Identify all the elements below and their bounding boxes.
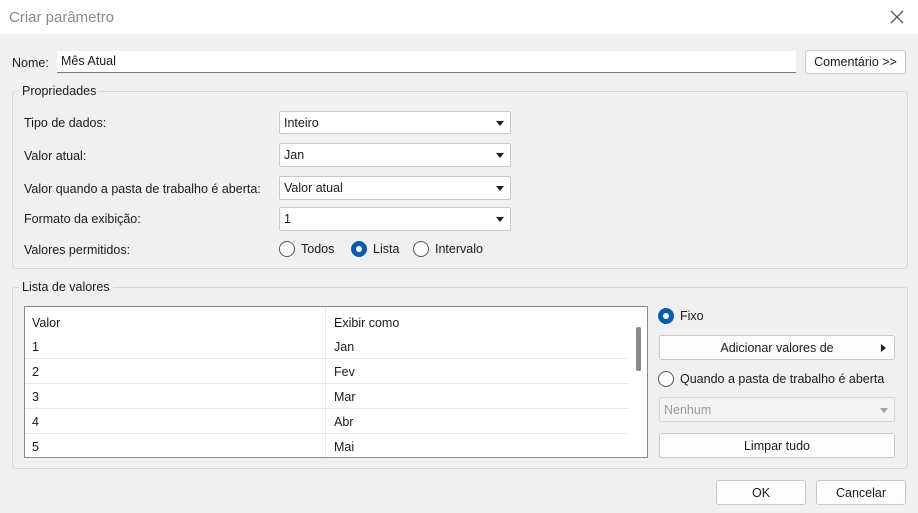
clear-all-button[interactable]: Limpar tudo xyxy=(659,433,895,458)
name-label: Nome: xyxy=(12,56,49,70)
close-icon xyxy=(890,10,904,24)
radio-intervalo-label: Intervalo xyxy=(435,242,483,256)
radio-lista[interactable]: Lista xyxy=(351,241,399,257)
table-row[interactable]: 1 Jan xyxy=(25,334,629,359)
chevron-down-icon xyxy=(496,153,504,158)
data-type-label: Tipo de dados: xyxy=(24,116,107,130)
table-header: Valor Exibir como xyxy=(25,309,629,334)
scrollbar-thumb[interactable] xyxy=(636,327,641,371)
radio-on-open-label: Quando a pasta de trabalho é aberta xyxy=(680,372,885,386)
chevron-right-icon xyxy=(881,343,886,352)
comment-button[interactable]: Comentário >> xyxy=(805,50,906,74)
table-row[interactable]: 4 Abr xyxy=(25,409,629,434)
data-type-value: Inteiro xyxy=(284,115,319,130)
column-header-display: Exibir como xyxy=(334,316,400,330)
radio-intervalo[interactable]: Intervalo xyxy=(413,241,483,257)
chevron-down-icon xyxy=(496,186,504,191)
values-table[interactable]: Valor Exibir como 1 Jan 2 Fev 3 Mar 4 Ab… xyxy=(24,306,648,458)
row-value: 5 xyxy=(32,440,39,454)
add-values-label: Adicionar valores de xyxy=(720,340,834,355)
value-list-title: Lista de valores xyxy=(19,280,113,294)
chevron-down-icon xyxy=(496,217,504,222)
close-button[interactable] xyxy=(884,4,910,30)
on-open-select: Nenhum xyxy=(659,397,895,422)
value-on-open-value: Valor atual xyxy=(284,181,343,195)
display-format-select[interactable]: 1 xyxy=(279,207,511,231)
table-row[interactable]: 5 Mai xyxy=(25,434,629,457)
radio-circle xyxy=(658,371,674,387)
value-on-open-label: Valor quando a pasta de trabalho é abert… xyxy=(24,182,261,196)
current-value-value: Jan xyxy=(284,148,305,162)
radio-todos[interactable]: Todos xyxy=(279,241,334,257)
radio-todos-label: Todos xyxy=(301,242,335,256)
table-scrollbar[interactable] xyxy=(629,307,647,457)
radio-circle-selected xyxy=(351,241,367,257)
row-display: Abr xyxy=(334,415,354,429)
row-display: Jan xyxy=(334,340,355,354)
current-value-select[interactable]: Jan xyxy=(279,143,511,167)
chevron-down-icon xyxy=(880,407,888,413)
dialog-title: Criar parâmetro xyxy=(9,9,115,26)
row-display: Fev xyxy=(334,365,355,379)
radio-fixo-label: Fixo xyxy=(680,309,704,323)
title-bar: Criar parâmetro xyxy=(0,0,918,34)
data-type-select[interactable]: Inteiro xyxy=(279,111,511,134)
display-format-value: 1 xyxy=(284,212,291,226)
name-input[interactable]: Mês Atual xyxy=(57,51,796,73)
row-value: 4 xyxy=(32,415,39,429)
radio-circle-selected xyxy=(658,308,674,324)
current-value-label: Valor atual: xyxy=(24,149,87,163)
table-row[interactable]: 3 Mar xyxy=(25,384,629,409)
name-input-value: Mês Atual xyxy=(61,54,116,68)
ok-button[interactable]: OK xyxy=(716,480,806,505)
row-value: 3 xyxy=(32,390,39,404)
allowable-values-label: Valores permitidos: xyxy=(24,243,131,257)
radio-circle xyxy=(279,241,295,257)
row-display: Mar xyxy=(334,390,356,404)
radio-circle xyxy=(413,241,429,257)
radio-lista-label: Lista xyxy=(373,242,400,256)
row-value: 2 xyxy=(32,365,39,379)
value-on-open-select[interactable]: Valor atual xyxy=(279,176,511,200)
column-header-value: Valor xyxy=(32,316,61,330)
row-value: 1 xyxy=(32,340,39,354)
radio-on-open[interactable]: Quando a pasta de trabalho é aberta xyxy=(658,371,884,387)
cancel-button[interactable]: Cancelar xyxy=(816,480,906,505)
add-values-button[interactable]: Adicionar valores de xyxy=(659,335,895,360)
table-row[interactable]: 2 Fev xyxy=(25,359,629,384)
radio-fixo[interactable]: Fixo xyxy=(658,308,704,324)
on-open-select-value: Nenhum xyxy=(664,402,712,417)
chevron-down-icon xyxy=(496,120,504,126)
display-format-label: Formato da exibição: xyxy=(24,212,141,226)
properties-title: Propriedades xyxy=(19,84,100,98)
row-display: Mai xyxy=(334,440,355,454)
